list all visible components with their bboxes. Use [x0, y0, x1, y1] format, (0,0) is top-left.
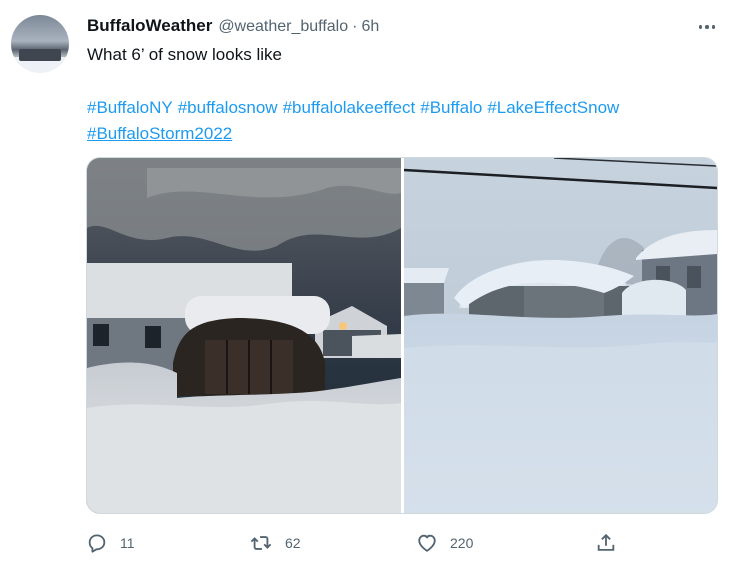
hashtag-link[interactable]: #BuffaloNY	[87, 98, 173, 117]
like-count: 220	[450, 535, 474, 551]
separator-dot: ·	[352, 18, 358, 35]
hashtag-link[interactable]: #LakeEffectSnow	[487, 98, 619, 117]
retweet-button[interactable]: 62	[249, 530, 301, 556]
retweet-count: 62	[285, 535, 301, 551]
retweet-icon	[249, 532, 273, 554]
author-name[interactable]: BuffaloWeather	[87, 16, 212, 36]
action-bar: 11 62 220	[86, 530, 626, 556]
more-dot	[698, 25, 703, 29]
more-dot	[705, 25, 709, 29]
tweet-text: What 6’ of snow looks like	[87, 45, 282, 64]
hashtag-link-featured[interactable]: #BuffaloStorm2022	[87, 124, 232, 143]
reply-button[interactable]: 11	[86, 530, 135, 556]
tweet-time[interactable]: 6h	[361, 18, 379, 36]
avatar[interactable]	[11, 15, 69, 73]
photo-night-snow-shed[interactable]	[87, 158, 401, 513]
hashtag-link[interactable]: #Buffalo	[420, 98, 482, 117]
hashtag-link[interactable]: #buffalolakeeffect	[283, 98, 416, 117]
like-button[interactable]: 220	[416, 530, 473, 556]
share-button[interactable]	[595, 530, 617, 556]
author-handle[interactable]: @weather_buffalo	[218, 18, 348, 36]
reply-icon	[86, 532, 108, 554]
share-icon	[595, 532, 617, 554]
media-grid	[86, 157, 718, 514]
more-options-icon[interactable]	[690, 16, 724, 38]
hashtag-link[interactable]: #buffalosnow	[178, 98, 278, 117]
more-dot	[711, 25, 716, 29]
heart-icon	[416, 532, 438, 554]
tweet-header: BuffaloWeather @weather_buffalo · 6h	[87, 16, 379, 38]
photo-day-snow-buried[interactable]	[404, 158, 717, 513]
avatar-house	[19, 49, 61, 61]
reply-count: 11	[120, 535, 135, 551]
hashtag-block: #BuffaloNY #buffalosnow #buffalolakeeffect…	[87, 95, 727, 147]
tweet[interactable]: BuffaloWeather @weather_buffalo · 6h Wha…	[0, 0, 741, 568]
